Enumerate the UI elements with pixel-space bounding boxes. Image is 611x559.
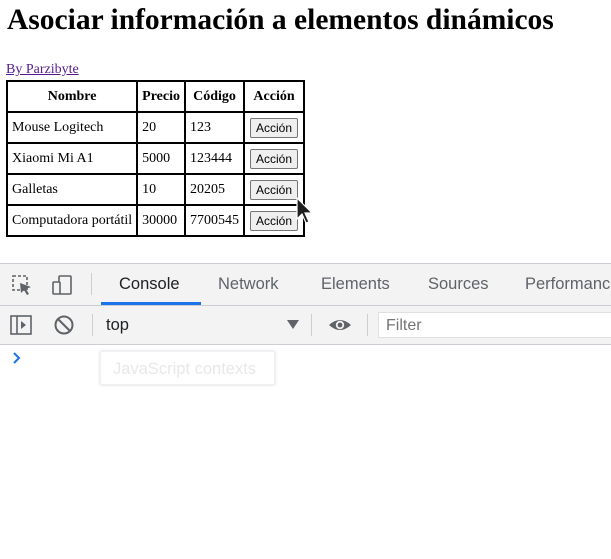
devtools-tab-bar: Console Network Elements Sources Perform… [0,263,611,306]
device-toolbar-icon[interactable] [51,274,73,296]
active-tab-indicator [101,302,201,305]
tab-elements[interactable]: Elements [321,264,390,305]
cell-codigo: 123 [185,112,244,143]
devtools-panel: Console Network Elements Sources Perform… [0,263,611,559]
tab-console[interactable]: Console [119,264,180,305]
cell-accion: Acción [244,143,305,174]
tab-sources[interactable]: Sources [428,264,489,305]
clear-console-icon[interactable] [53,314,75,336]
cell-nombre: Xiaomi Mi A1 [7,143,138,174]
cell-accion: Acción [244,112,305,143]
cell-precio: 20 [137,112,185,143]
column-header-precio: Precio [137,81,185,112]
filter-input[interactable]: Filter [378,312,611,338]
cell-nombre: Computadora portátil [7,205,138,236]
cell-codigo: 20205 [185,174,244,205]
eye-icon[interactable] [328,314,352,336]
table-row: Computadora portátil 30000 7700545 Acció… [7,205,305,236]
action-button[interactable]: Acción [250,179,299,200]
action-button[interactable]: Acción [250,210,299,231]
table-row: Galletas 10 20205 Acción [7,174,305,205]
context-tooltip: JavaScript contexts [100,351,275,385]
products-table: Nombre Precio Código Acción Mouse Logite… [6,80,306,237]
toolbar-divider [367,314,368,336]
toolbar-divider [92,314,93,336]
console-toolbar: top Filter [0,306,611,345]
tab-performance[interactable]: Performance [525,264,611,305]
toolbar-divider [91,273,92,295]
cell-precio: 5000 [137,143,185,174]
cell-accion: Acción [244,174,305,205]
cell-nombre: Galletas [7,174,138,205]
inspect-element-icon[interactable] [11,274,33,296]
action-button[interactable]: Acción [250,148,299,169]
context-selector[interactable]: top [106,306,129,344]
action-button[interactable]: Acción [250,117,299,138]
author-link[interactable]: By Parzibyte [6,62,79,78]
toolbar-divider [311,314,312,336]
cell-accion: Acción [244,205,305,236]
tab-network[interactable]: Network [218,264,279,305]
chevron-down-icon[interactable] [287,320,299,329]
console-output[interactable]: JavaScript contexts [0,345,611,559]
cell-codigo: 7700545 [185,205,244,236]
cell-precio: 30000 [137,205,185,236]
page-title: Asociar información a elementos dinámico… [7,4,554,36]
column-header-codigo: Código [185,81,244,112]
column-header-nombre: Nombre [7,81,138,112]
show-sidebar-icon[interactable] [10,314,32,336]
table-row: Mouse Logitech 20 123 Acción [7,112,305,143]
table-row: Xiaomi Mi A1 5000 123444 Acción [7,143,305,174]
column-header-accion: Acción [244,81,305,112]
cell-precio: 10 [137,174,185,205]
console-prompt-icon [13,352,21,364]
table-header-row: Nombre Precio Código Acción [7,81,305,112]
cell-codigo: 123444 [185,143,244,174]
cell-nombre: Mouse Logitech [7,112,138,143]
